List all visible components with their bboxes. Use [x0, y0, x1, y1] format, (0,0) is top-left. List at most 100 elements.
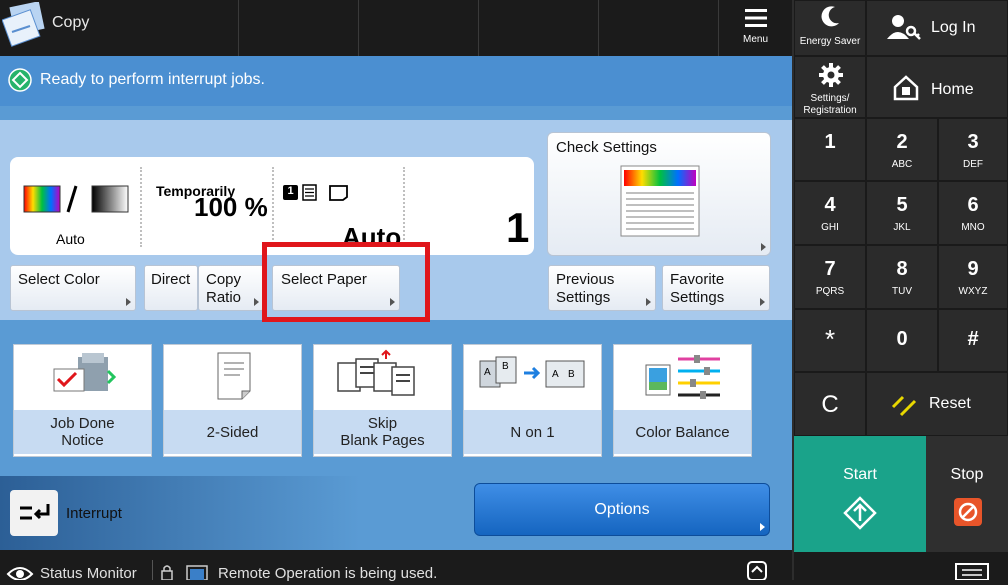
more-arrow — [126, 298, 131, 306]
key-number: 2 — [896, 131, 908, 153]
lock-icon — [160, 564, 174, 581]
energy-saver-button[interactable]: Energy Saver — [794, 0, 866, 56]
more-arrow — [761, 243, 766, 251]
app-title: Copy — [52, 14, 90, 31]
remote-icon[interactable] — [742, 558, 772, 581]
start-label: Start — [843, 466, 877, 483]
top-slot-empty — [478, 0, 598, 56]
more-arrow — [646, 298, 651, 306]
skip-blank-pages-icon — [334, 349, 434, 401]
status-monitor-label: Status Monitor — [40, 565, 137, 582]
reset-button[interactable]: Reset — [866, 372, 1008, 436]
favorite-settings-label-line1: Favorite — [670, 271, 725, 288]
color-balance-button[interactable]: Color Balance — [613, 344, 752, 457]
stop-button[interactable]: Stop — [926, 436, 1008, 552]
keypad-key-5[interactable]: 5 JKL — [866, 181, 938, 245]
keypad-key-9[interactable]: 9 WXYZ — [938, 245, 1008, 309]
keypad-key-6[interactable]: 6 MNO — [938, 181, 1008, 245]
keypad-key-4[interactable]: 4 GHI — [794, 181, 866, 245]
svg-text:B: B — [502, 361, 509, 372]
ok-icon — [8, 68, 32, 92]
previous-settings-button[interactable]: Previous Settings — [548, 265, 656, 311]
moon-icon — [821, 6, 839, 27]
feature-label: Job Done Notice — [14, 410, 151, 454]
check-settings-button[interactable]: Check Settings — [547, 132, 771, 256]
keypad-key-3[interactable]: 3 DEF — [938, 118, 1008, 181]
copy-ratio-label-line1: Copy — [206, 271, 242, 288]
reset-icon — [891, 395, 917, 417]
highlight-box — [262, 242, 430, 322]
copy-ratio-button[interactable]: Copy Ratio — [198, 265, 264, 311]
log-in-button[interactable]: Log In — [866, 0, 1008, 56]
key-number: 0 — [896, 328, 908, 350]
start-button[interactable]: Start — [794, 436, 926, 552]
key-number: 1 — [824, 131, 836, 153]
job-done-notice-button[interactable]: Job Done Notice — [13, 344, 152, 457]
two-sided-button[interactable]: 2-Sided — [163, 344, 302, 457]
status-bar: Ready to perform interrupt jobs. — [0, 56, 792, 106]
keypad-key-1[interactable]: 1 — [794, 118, 866, 181]
feature-label-line1: Job Done — [50, 415, 115, 432]
remote-operation-message: Remote Operation is being used. — [218, 565, 438, 582]
feature-label-line2: Blank Pages — [340, 432, 425, 449]
feature-label-line2: Notice — [61, 432, 104, 449]
key-number: 3 — [967, 131, 979, 153]
reset-label: Reset — [929, 395, 971, 412]
menu-label: Menu — [742, 34, 768, 45]
n-on-1-icon: A B A B — [478, 355, 588, 395]
favorite-settings-label-line2: Settings — [670, 289, 725, 306]
stop-icon — [954, 498, 982, 526]
key-letters: ABC — [891, 159, 913, 170]
more-arrow — [760, 298, 765, 306]
key-number: # — [967, 328, 979, 350]
more-arrow — [760, 523, 765, 531]
key-letters: TUV — [892, 286, 912, 297]
key-number: * — [824, 324, 836, 354]
clear-label: C — [821, 391, 839, 418]
status-monitor-button[interactable]: Status Monitor — [0, 550, 150, 582]
keypad-key-star[interactable]: * — [794, 309, 866, 372]
interrupt-label: Interrupt — [66, 505, 122, 522]
keypad-icon[interactable] — [954, 562, 990, 581]
svg-text:A: A — [484, 367, 491, 378]
gear-icon — [819, 63, 843, 87]
favorite-settings-button[interactable]: Favorite Settings — [662, 265, 770, 311]
top-slot-empty — [238, 0, 358, 56]
monitor-icon — [186, 564, 208, 581]
divider — [403, 167, 405, 247]
skip-blank-pages-button[interactable]: Skip Blank Pages — [313, 344, 452, 457]
home-button[interactable]: Home — [866, 56, 1008, 118]
menu-icon — [745, 9, 767, 27]
clear-button[interactable]: C — [794, 372, 866, 436]
top-slot-empty — [598, 0, 718, 56]
select-color-button[interactable]: Select Color — [10, 265, 136, 311]
keypad-key-7[interactable]: 7 PQRS — [794, 245, 866, 309]
keypad-key-0[interactable]: 0 — [866, 309, 938, 372]
key-letters: JKL — [893, 222, 911, 233]
n-on-1-button[interactable]: A B A B N on 1 — [463, 344, 602, 457]
paper-indicator-number: 1 — [287, 185, 294, 197]
keypad-key-8[interactable]: 8 TUV — [866, 245, 938, 309]
feature-label-line1: 2-Sided — [206, 423, 259, 441]
check-settings-label: Check Settings — [556, 139, 657, 156]
key-letters: MNO — [961, 222, 985, 233]
key-letters: PQRS — [815, 286, 845, 297]
settings-label-line1: Settings/ — [810, 93, 850, 104]
color-mode-value: Auto — [56, 231, 85, 247]
keypad-key-2[interactable]: 2 ABC — [866, 118, 938, 181]
user-key-icon — [887, 15, 921, 40]
energy-saver-label: Energy Saver — [799, 36, 861, 47]
key-letters: DEF — [963, 159, 983, 170]
settings-registration-button[interactable]: Settings/ Registration — [794, 56, 866, 118]
interrupt-button[interactable] — [10, 490, 58, 536]
key-letters: GHI — [821, 222, 839, 233]
divider — [152, 560, 153, 580]
key-number: 4 — [824, 194, 836, 216]
feature-label: N on 1 — [464, 410, 601, 454]
menu-button[interactable]: Menu — [718, 0, 792, 56]
ratio-value: 100 % — [194, 192, 268, 222]
keypad-key-hash[interactable]: # — [938, 309, 1008, 372]
direct-button[interactable]: Direct — [144, 265, 198, 311]
stop-label: Stop — [950, 466, 984, 483]
options-button[interactable]: Options — [474, 483, 770, 536]
